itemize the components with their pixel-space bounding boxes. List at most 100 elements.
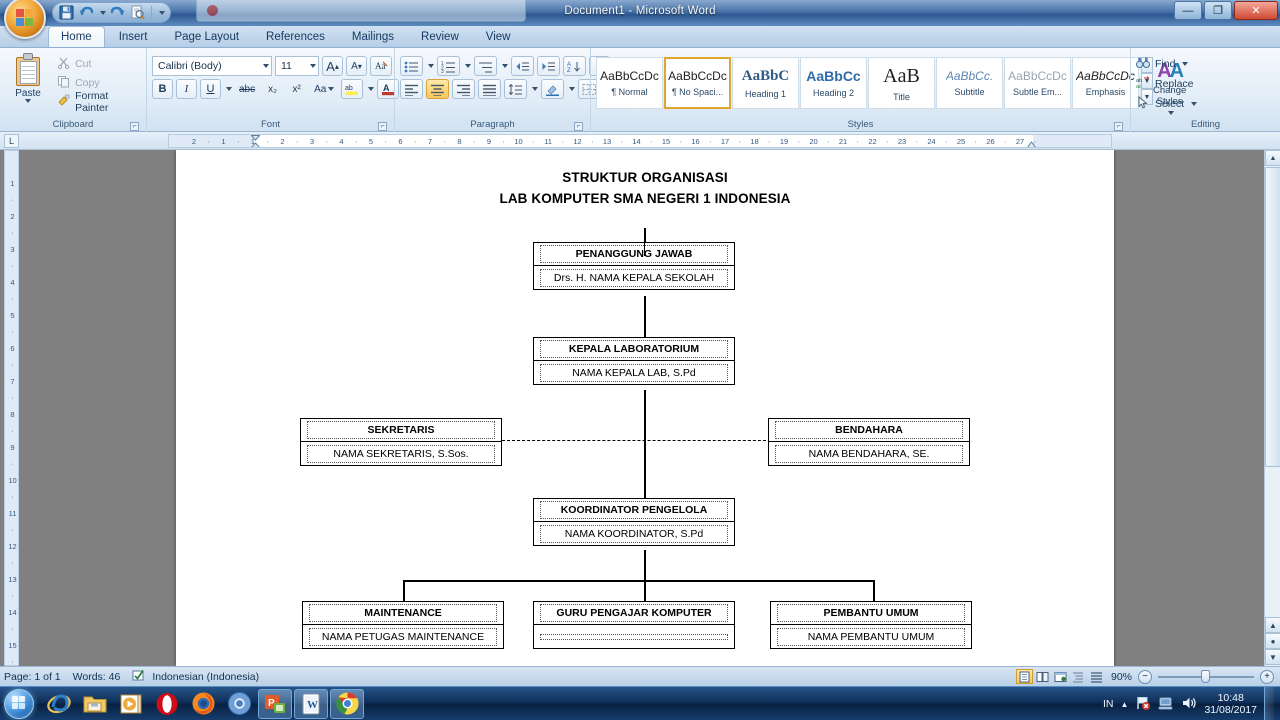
tab-page-layout[interactable]: Page Layout	[161, 26, 252, 47]
tab-insert[interactable]: Insert	[106, 26, 161, 47]
strikethrough-button[interactable]: abc	[235, 79, 259, 99]
paste-dropdown-icon[interactable]	[25, 99, 31, 103]
grow-font-button[interactable]: A▴	[322, 56, 343, 76]
superscript-button[interactable]: x²	[286, 79, 307, 99]
undo-dropdown-icon[interactable]	[100, 11, 106, 15]
action-center-icon[interactable]	[1135, 695, 1151, 714]
vertical-scrollbar[interactable]: ▲ ▲ ● ▼	[1264, 150, 1280, 666]
scroll-thumb[interactable]	[1265, 167, 1280, 467]
left-indent-marker[interactable]	[251, 135, 260, 148]
shading-button[interactable]	[541, 79, 564, 99]
word-count-status[interactable]: Words: 46	[73, 671, 121, 683]
start-button[interactable]	[4, 689, 34, 719]
align-center-button[interactable]	[426, 79, 449, 99]
volume-icon[interactable]	[1181, 695, 1197, 714]
input-language-indicator[interactable]: IN	[1103, 698, 1114, 710]
zoom-in-button[interactable]: +	[1260, 670, 1274, 684]
zoom-slider[interactable]	[1158, 670, 1254, 684]
line-spacing-dropdown-icon[interactable]	[532, 87, 538, 91]
zoom-slider-thumb[interactable]	[1201, 670, 1210, 683]
tab-review[interactable]: Review	[408, 26, 472, 47]
language-status[interactable]: Indonesian (Indonesia)	[152, 671, 259, 683]
select-button[interactable]: Select	[1136, 95, 1197, 112]
underline-dropdown-icon[interactable]	[226, 87, 232, 91]
save-icon[interactable]	[58, 4, 75, 21]
style-subtitle[interactable]: AaBbCc. Subtitle	[936, 57, 1003, 109]
customize-qat-icon[interactable]	[159, 11, 165, 15]
style-heading-2[interactable]: AaBbCc Heading 2	[800, 57, 867, 109]
font-size-combo[interactable]: 11	[275, 56, 319, 76]
sort-button[interactable]: AZ	[563, 56, 586, 76]
shrink-font-button[interactable]: A▾	[346, 56, 367, 76]
justify-button[interactable]	[478, 79, 501, 99]
shading-dropdown-icon[interactable]	[569, 87, 575, 91]
firefox-icon[interactable]	[186, 689, 220, 719]
undo-icon[interactable]	[78, 4, 95, 21]
scroll-up-button[interactable]: ▲	[1265, 150, 1280, 166]
zoom-out-button[interactable]: −	[1138, 670, 1152, 684]
replace-button[interactable]: abac Replace	[1136, 75, 1197, 92]
bullets-dropdown-icon[interactable]	[428, 64, 434, 68]
node-guru-pengajar-komputer[interactable]: GURU PENGAJAR KOMPUTER	[533, 601, 735, 649]
print-preview-icon[interactable]	[129, 4, 146, 21]
tab-selector-button[interactable]: L	[4, 134, 19, 148]
web-layout-view-button[interactable]	[1052, 669, 1069, 684]
multilevel-list-button[interactable]	[474, 56, 497, 76]
zoom-level[interactable]: 90%	[1111, 671, 1132, 683]
print-layout-view-button[interactable]	[1016, 669, 1033, 684]
node-sekretaris[interactable]: SEKRETARIS NAMA SEKRETARIS, S.Sos.	[300, 418, 502, 466]
node-penanggung-jawab[interactable]: PENANGGUNG JAWAB Drs. H. NAMA KEPALA SEK…	[533, 242, 735, 290]
find-button[interactable]: Find	[1136, 55, 1197, 72]
style-title[interactable]: AaB Title	[868, 57, 935, 109]
change-case-button[interactable]: Aa	[310, 79, 338, 99]
chrome-icon[interactable]	[330, 689, 364, 719]
redo-icon[interactable]	[109, 4, 126, 21]
clear-formatting-button[interactable]: Aa	[370, 56, 392, 76]
style-subtle-emphasis[interactable]: AaBbCcDc Subtle Em...	[1004, 57, 1071, 109]
style-emphasis[interactable]: AaBbCcDc Emphasis	[1072, 57, 1139, 109]
format-painter-button[interactable]: Format Painter	[57, 93, 141, 110]
style-heading-1[interactable]: AaBbC Heading 1	[732, 57, 799, 109]
maximize-button[interactable]: ❐	[1204, 1, 1232, 20]
media-player-icon[interactable]	[114, 689, 148, 719]
tab-references[interactable]: References	[253, 26, 338, 47]
windows-explorer-icon[interactable]	[78, 689, 112, 719]
style-normal[interactable]: AaBbCcDc ¶ Normal	[596, 57, 663, 109]
background-window-titlebar[interactable]	[196, 0, 526, 22]
numbering-button[interactable]: 123	[437, 56, 460, 76]
outline-view-button[interactable]	[1070, 669, 1087, 684]
multilevel-dropdown-icon[interactable]	[502, 64, 508, 68]
font-dialog-launcher[interactable]: ⌐	[378, 122, 387, 131]
align-right-button[interactable]	[452, 79, 475, 99]
italic-button[interactable]: I	[176, 79, 197, 99]
horizontal-ruler[interactable]: 2·1·1·2·3·4·5·6·7·8·9·10·11·12·13·14·15·…	[168, 134, 1112, 148]
word-icon[interactable]: W	[294, 689, 328, 719]
subscript-button[interactable]: x₂	[262, 79, 283, 99]
cut-button[interactable]: Cut	[57, 55, 141, 72]
node-pembantu-umum[interactable]: PEMBANTU UMUM NAMA PEMBANTU UMUM	[770, 601, 972, 649]
find-dropdown-icon[interactable]	[1182, 62, 1188, 66]
node-bendahara[interactable]: BENDAHARA NAMA BENDAHARA, SE.	[768, 418, 970, 466]
text-highlight-button[interactable]: ab	[341, 79, 363, 99]
close-button[interactable]: ✕	[1234, 1, 1278, 20]
paste-button[interactable]: Paste	[5, 51, 51, 103]
network-icon[interactable]	[1158, 695, 1174, 714]
paragraph-dialog-launcher[interactable]: ⌐	[574, 122, 583, 131]
highlight-dropdown-icon[interactable]	[368, 87, 374, 91]
bullets-button[interactable]	[400, 56, 423, 76]
clipboard-dialog-launcher[interactable]: ⌐	[130, 122, 139, 131]
powerpoint-icon[interactable]: P	[258, 689, 292, 719]
proofing-status[interactable]: Indonesian (Indonesia)	[132, 669, 259, 685]
copy-button[interactable]: Copy	[57, 74, 141, 91]
tab-view[interactable]: View	[473, 26, 524, 47]
minimize-button[interactable]: —	[1174, 1, 1202, 20]
node-maintenance[interactable]: MAINTENANCE NAMA PETUGAS MAINTENANCE	[302, 601, 504, 649]
font-name-combo[interactable]: Calibri (Body)	[152, 56, 272, 76]
previous-page-button[interactable]: ▲	[1265, 617, 1280, 633]
draft-view-button[interactable]	[1088, 669, 1105, 684]
node-koordinator-pengelola[interactable]: KOORDINATOR PENGELOLA NAMA KOORDINATOR, …	[533, 498, 735, 546]
line-spacing-button[interactable]	[504, 79, 527, 99]
tab-mailings[interactable]: Mailings	[339, 26, 407, 47]
decrease-indent-button[interactable]	[511, 56, 534, 76]
select-browse-object-button[interactable]: ●	[1265, 633, 1280, 649]
